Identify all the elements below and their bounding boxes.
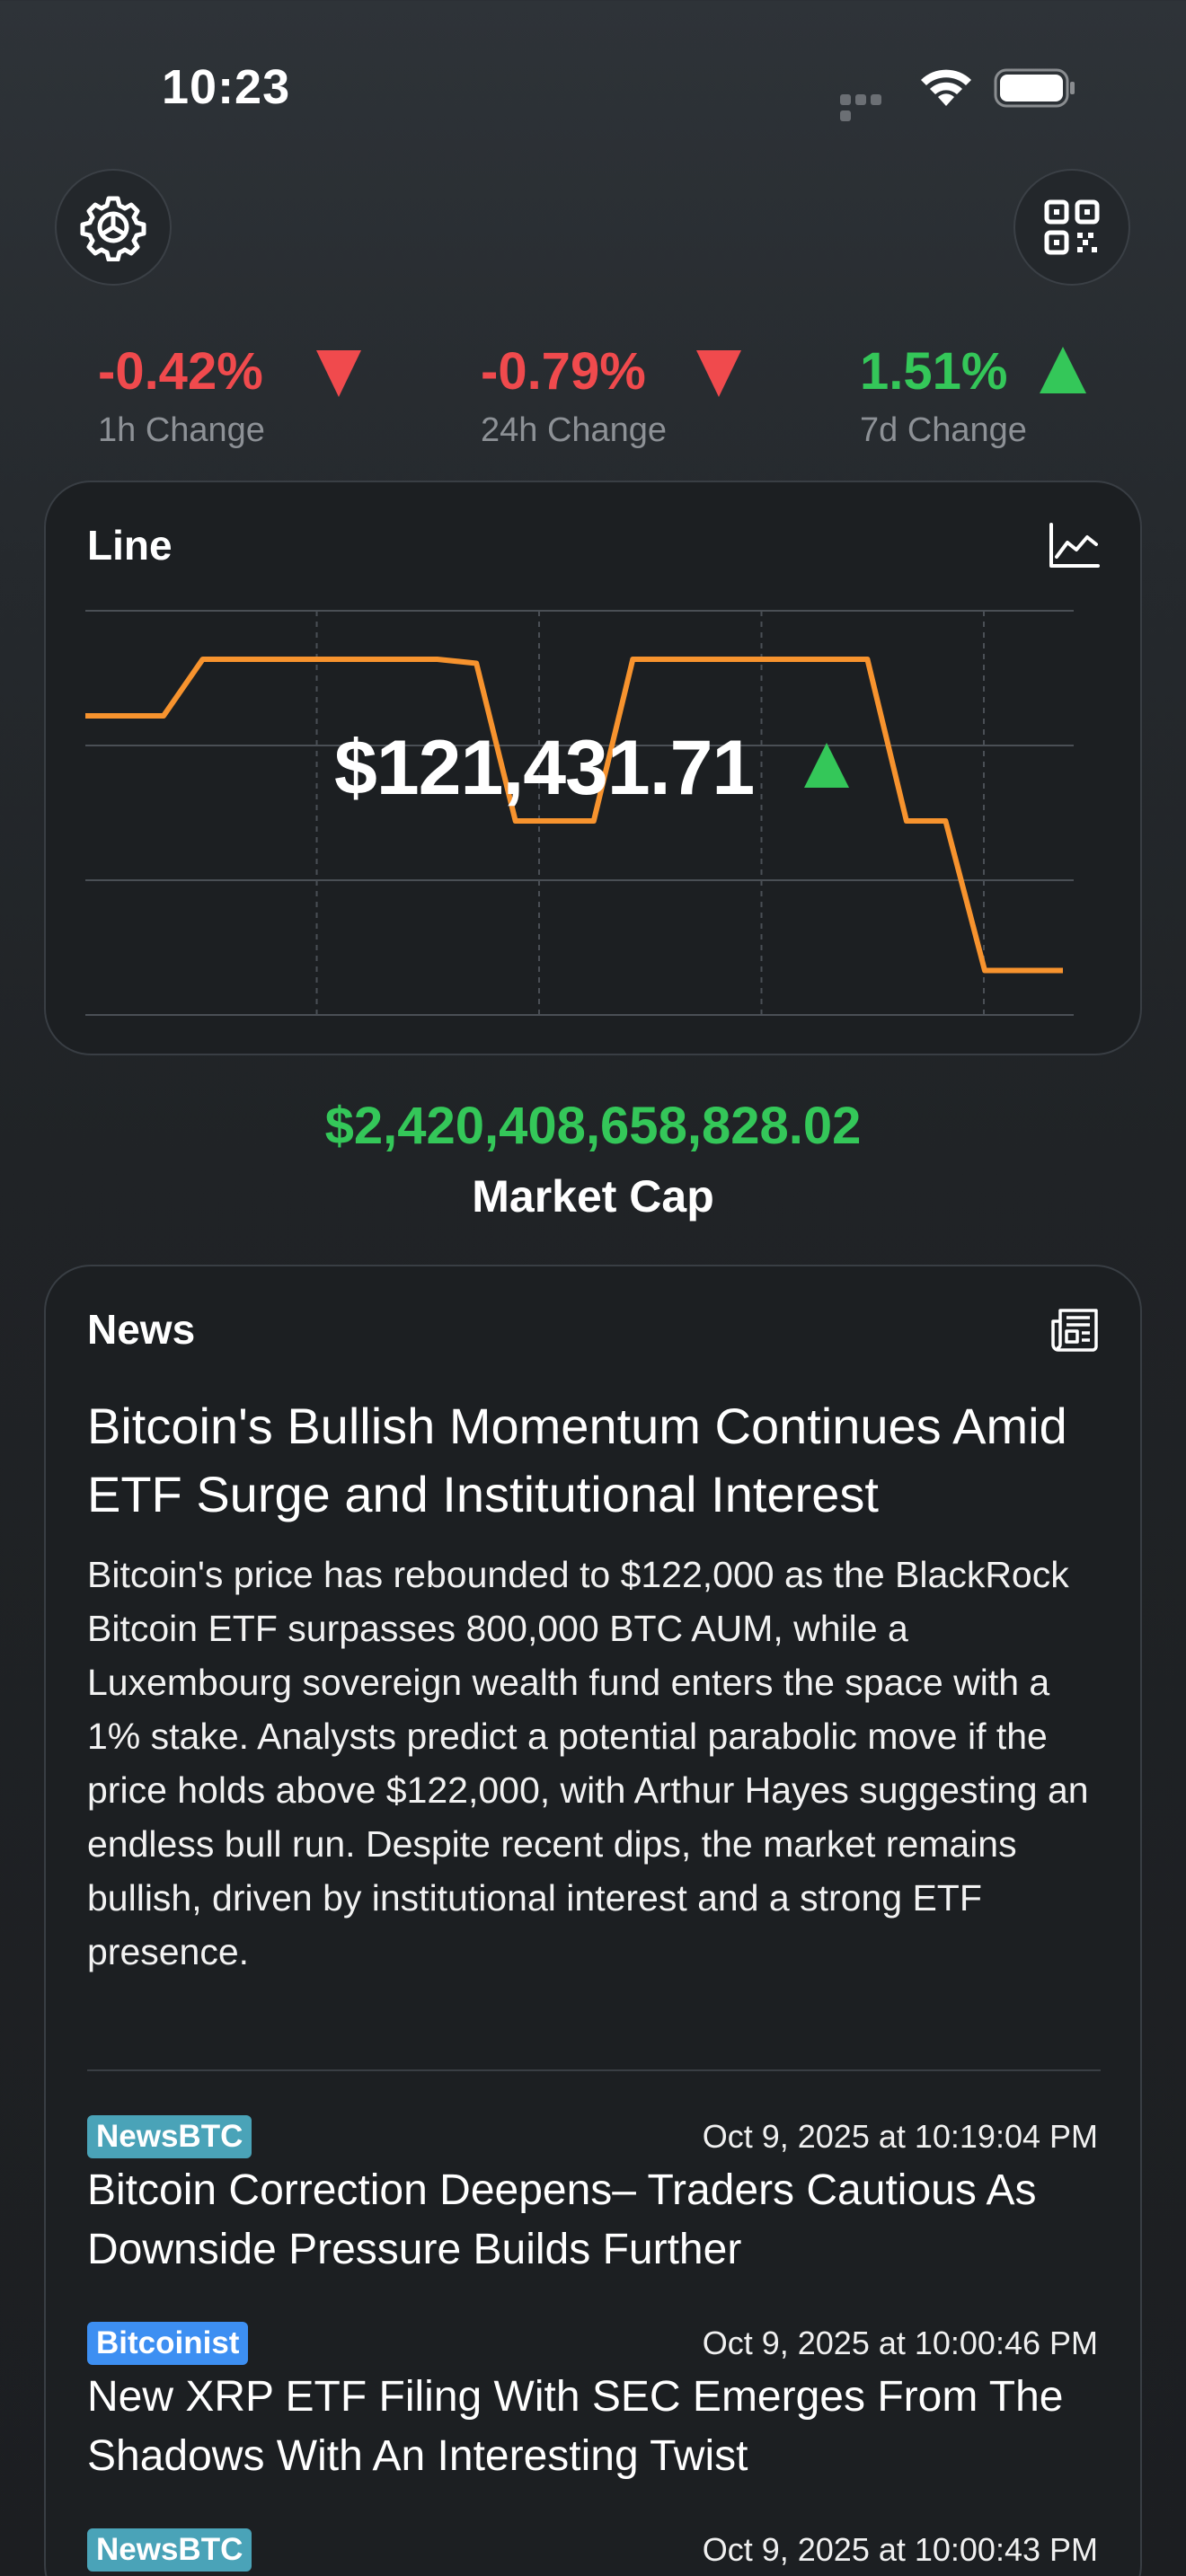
- down-arrow-icon: [316, 350, 361, 397]
- news-timestamp: Oct 9, 2025 at 10:00:43 PM: [702, 2531, 1098, 2568]
- qr-code-button[interactable]: [1013, 169, 1130, 286]
- battery-icon: [994, 68, 1075, 108]
- status-time: 10:23: [162, 60, 291, 114]
- change-7d-label: 7d Change: [860, 411, 1027, 449]
- featured-headline[interactable]: Bitcoin's Bullish Momentum Continues Ami…: [87, 1392, 1102, 1529]
- source-badge: NewsBTC: [87, 2528, 252, 2572]
- down-arrow-icon: [696, 350, 741, 397]
- change-1h-label: 1h Change: [98, 411, 265, 449]
- change-24h-label: 24h Change: [481, 411, 668, 449]
- market-cap-label: Market Cap: [472, 1171, 714, 1222]
- line-chart-icon[interactable]: [1048, 521, 1102, 571]
- newspaper-icon[interactable]: [1051, 1307, 1100, 1352]
- change-1h-value: -0.42%: [98, 342, 263, 401]
- up-arrow-icon: [804, 743, 849, 788]
- wifi-icon: [921, 69, 971, 106]
- chart-card-title: Line: [87, 522, 173, 569]
- source-badge: Bitcoinist: [87, 2322, 249, 2365]
- news-timestamp: Oct 9, 2025 at 10:19:04 PM: [702, 2118, 1098, 2155]
- price-series-line: [85, 657, 1063, 974]
- up-arrow-icon: [1040, 347, 1086, 393]
- gear-icon: [80, 196, 146, 261]
- market-cap-value: $2,420,408,658,828.02: [324, 1097, 862, 1155]
- current-price: $121,431.71: [334, 725, 755, 811]
- source-badge: NewsBTC: [87, 2115, 252, 2158]
- price-line-chart: [85, 610, 1074, 1016]
- featured-summary: Bitcoin's price has rebounded to $122,00…: [87, 1554, 1089, 1972]
- news-item-title[interactable]: Bitcoin Correction Deepens– Traders Caut…: [87, 2161, 1111, 2280]
- cellular-signal-icon: [840, 93, 899, 121]
- settings-button[interactable]: [55, 169, 172, 286]
- news-timestamp: Oct 9, 2025 at 10:00:46 PM: [702, 2325, 1098, 2361]
- change-7d-value: 1.51%: [860, 342, 1008, 401]
- qr-code-icon: [1044, 199, 1100, 255]
- news-divider: [87, 2069, 1101, 2071]
- news-item-title[interactable]: New XRP ETF Filing With SEC Emerges From…: [87, 2368, 1111, 2486]
- news-card-title: News: [87, 1306, 196, 1353]
- change-24h-value: -0.79%: [481, 342, 646, 401]
